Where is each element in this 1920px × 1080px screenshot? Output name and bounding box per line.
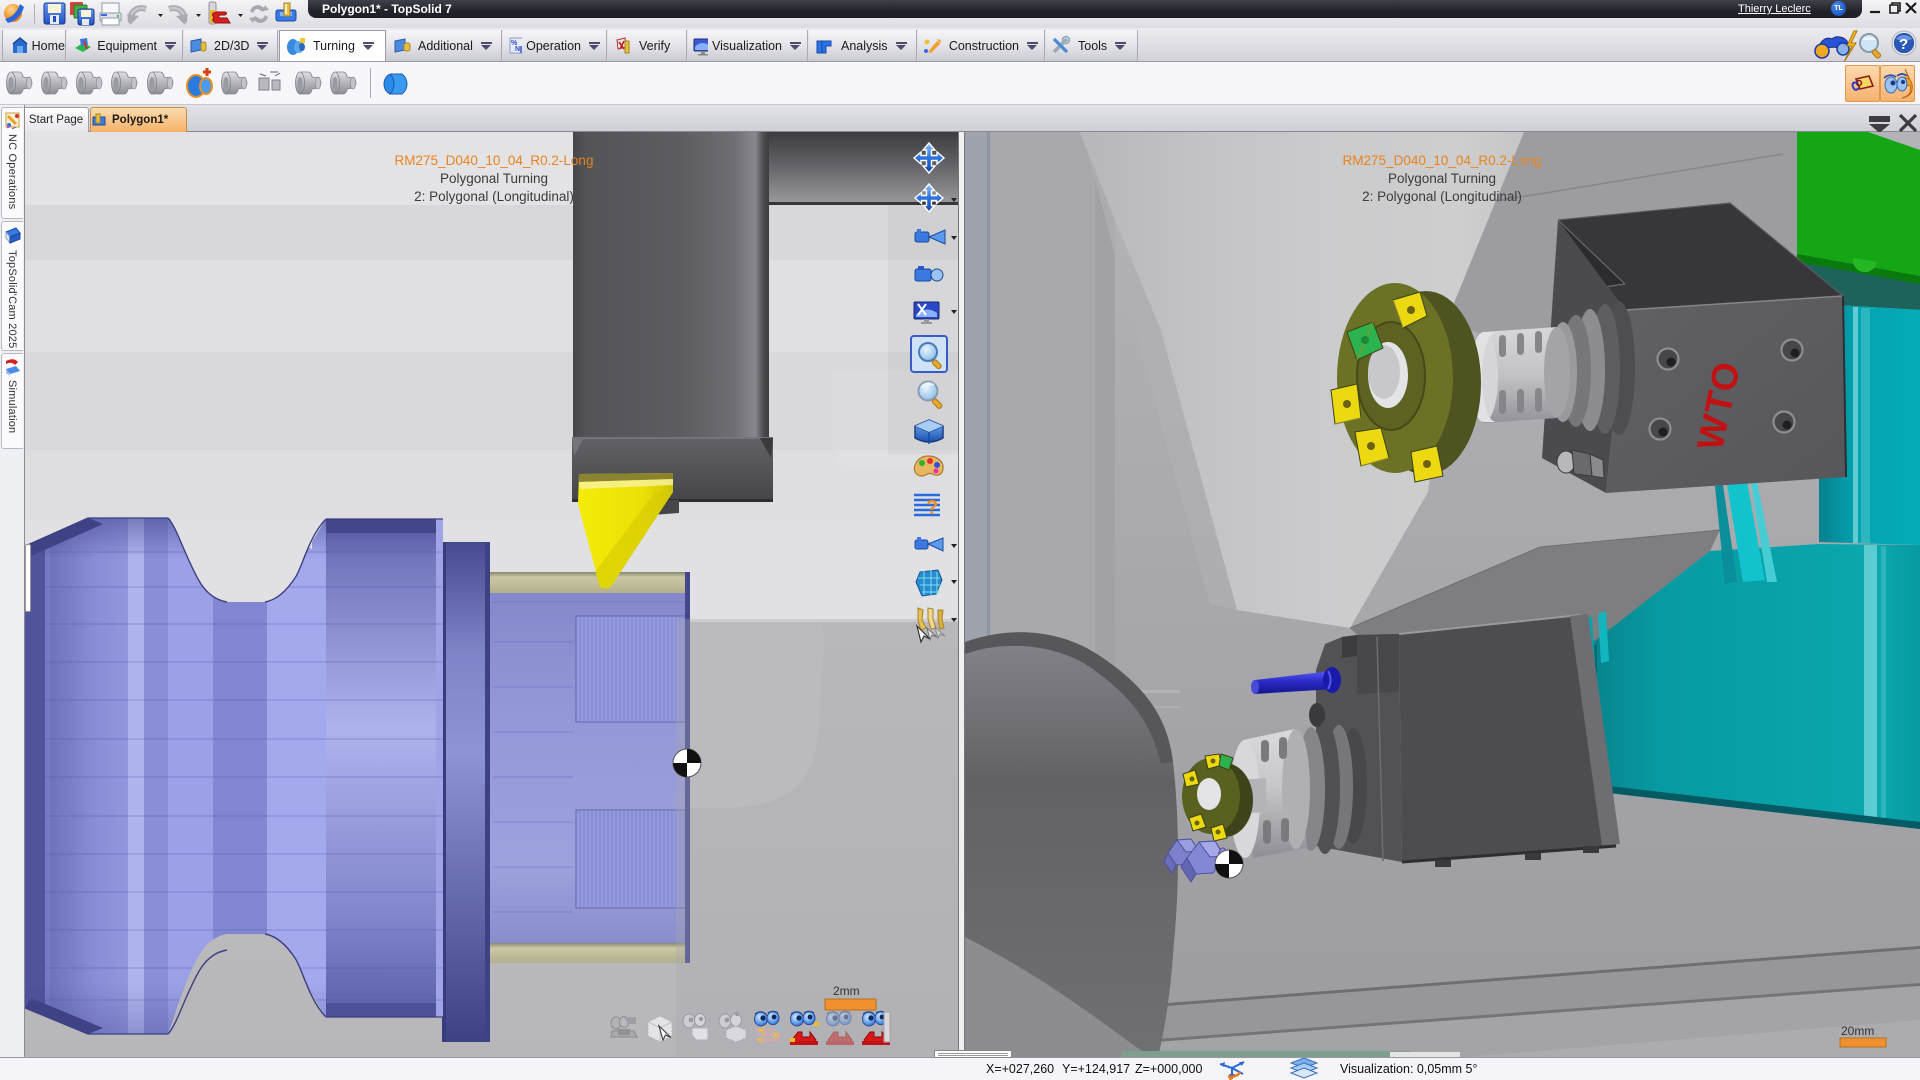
svg-text:2mm: 2mm [833,984,860,998]
svg-text:RM275_D040_10_04_R0.2-Long: RM275_D040_10_04_R0.2-Long [1343,153,1542,168]
svg-text:Polygonal Turning: Polygonal Turning [1388,171,1496,186]
svg-text:RM275_D040_10_04_R0.2-Long: RM275_D040_10_04_R0.2-Long [395,153,594,168]
svg-text:2: Polygonal (Longitudinal): 2: Polygonal (Longitudinal) [1362,189,1522,204]
svg-text:?: ? [1899,36,1908,53]
svg-text:?: ? [926,497,938,519]
svg-text:20mm: 20mm [1841,1024,1874,1038]
svg-text:2: Polygonal (Longitudinal): 2: Polygonal (Longitudinal) [414,189,574,204]
svg-text:Polygonal Turning: Polygonal Turning [440,171,548,186]
svg-text:N: N [515,46,520,53]
